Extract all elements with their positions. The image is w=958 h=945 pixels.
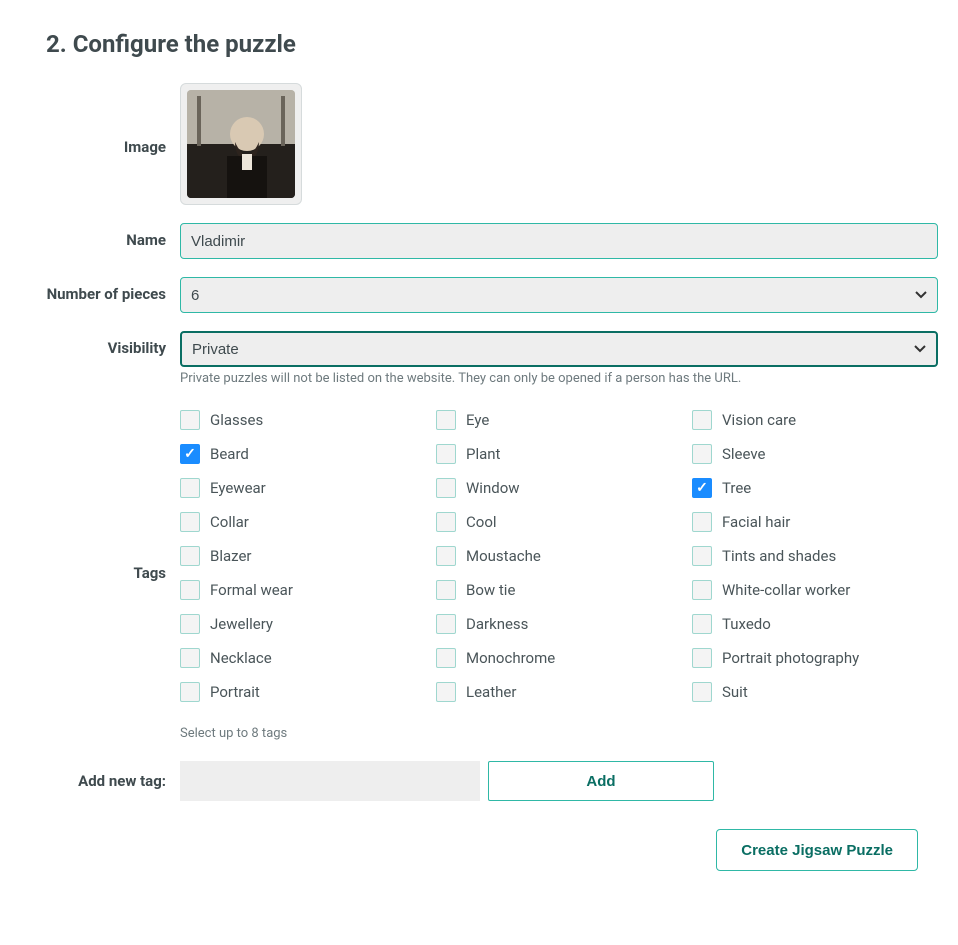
pieces-select[interactable]: 6 [180,277,938,313]
tag-item: Monochrome [436,648,682,668]
tag-item: Vision care [692,410,938,430]
tag-item: Cool [436,512,682,532]
tag-item: Formal wear [180,580,426,600]
tag-item: Darkness [436,614,682,634]
tag-checkbox[interactable] [436,512,456,532]
tag-checkbox[interactable] [436,614,456,634]
tags-help-text: Select up to 8 tags [180,726,938,741]
tag-label: Tree [722,479,751,497]
tag-label: Formal wear [210,581,293,599]
tag-item: Moustache [436,546,682,566]
tag-checkbox[interactable] [436,546,456,566]
tag-item: Portrait [180,682,426,702]
name-label: Name [20,223,180,249]
tag-checkbox[interactable] [436,682,456,702]
tag-checkbox[interactable] [180,512,200,532]
tag-checkbox[interactable] [180,546,200,566]
pieces-label: Number of pieces [20,277,180,303]
tag-item: Eyewear [180,478,426,498]
tag-label: Vision care [722,411,796,429]
image-thumbnail[interactable] [187,90,295,198]
visibility-help-text: Private puzzles will not be listed on th… [180,371,938,386]
tag-item: Beard [180,444,426,464]
tag-label: Plant [466,445,500,463]
tag-label: Monochrome [466,649,555,667]
tag-item: Eye [436,410,682,430]
tag-checkbox[interactable] [180,614,200,634]
tag-checkbox[interactable] [692,648,712,668]
tag-item: White-collar worker [692,580,938,600]
tags-label: Tags [20,404,180,582]
tag-item: Collar [180,512,426,532]
tag-item: Window [436,478,682,498]
tag-checkbox[interactable] [180,410,200,430]
tag-label: Darkness [466,615,528,633]
tag-checkbox[interactable] [180,682,200,702]
tag-label: Portrait photography [722,649,859,667]
tag-label: Bow tie [466,581,515,599]
tag-item: Plant [436,444,682,464]
tag-label: Facial hair [722,513,790,531]
tag-item: Suit [692,682,938,702]
tag-checkbox[interactable] [692,444,712,464]
tag-label: Eyewear [210,479,266,497]
section-heading: 2. Configure the puzzle [46,30,938,58]
tag-label: Leather [466,683,516,701]
tag-label: Portrait [210,683,260,701]
portrait-placeholder-icon [187,90,295,198]
tag-checkbox[interactable] [692,546,712,566]
tag-label: White-collar worker [722,581,850,599]
tag-checkbox[interactable] [436,478,456,498]
tag-label: Beard [210,445,249,463]
tag-item: Leather [436,682,682,702]
name-input[interactable] [180,223,938,259]
tag-label: Tuxedo [722,615,771,633]
tag-label: Sleeve [722,445,766,463]
tag-checkbox[interactable] [180,648,200,668]
tag-item: Facial hair [692,512,938,532]
tag-checkbox[interactable] [436,444,456,464]
tag-item: Portrait photography [692,648,938,668]
image-label: Image [20,83,180,156]
tag-item: Tuxedo [692,614,938,634]
tag-checkbox[interactable] [436,580,456,600]
tag-label: Moustache [466,547,541,565]
create-puzzle-button[interactable]: Create Jigsaw Puzzle [716,829,918,871]
tag-item: Necklace [180,648,426,668]
tag-checkbox[interactable] [692,682,712,702]
tag-checkbox[interactable] [692,410,712,430]
tag-label: Tints and shades [722,547,836,565]
tag-item: Bow tie [436,580,682,600]
tag-label: Jewellery [210,615,273,633]
tag-checkbox[interactable] [180,478,200,498]
tag-checkbox[interactable] [436,410,456,430]
tag-label: Glasses [210,411,263,429]
add-new-tag-input[interactable] [180,761,480,801]
visibility-label: Visibility [20,331,180,357]
tag-label: Cool [466,513,497,531]
tag-label: Eye [466,411,489,429]
tag-label: Suit [722,683,748,701]
tag-checkbox[interactable] [180,444,200,464]
add-tag-button[interactable]: Add [488,761,714,801]
tag-checkbox[interactable] [436,648,456,668]
tag-item: Jewellery [180,614,426,634]
tag-label: Window [466,479,520,497]
visibility-select[interactable]: Private [180,331,938,367]
tag-item: Sleeve [692,444,938,464]
tag-checkbox[interactable] [692,512,712,532]
image-thumbnail-frame [180,83,302,205]
tag-label: Blazer [210,547,252,565]
tag-item: Glasses [180,410,426,430]
tag-checkbox[interactable] [692,580,712,600]
add-new-tag-label: Add new tag: [20,772,180,790]
tag-item: Tints and shades [692,546,938,566]
tag-label: Necklace [210,649,272,667]
tag-checkbox[interactable] [180,580,200,600]
tag-label: Collar [210,513,249,531]
tag-item: Tree [692,478,938,498]
tag-checkbox[interactable] [692,478,712,498]
tag-checkbox[interactable] [692,614,712,634]
tag-item: Blazer [180,546,426,566]
